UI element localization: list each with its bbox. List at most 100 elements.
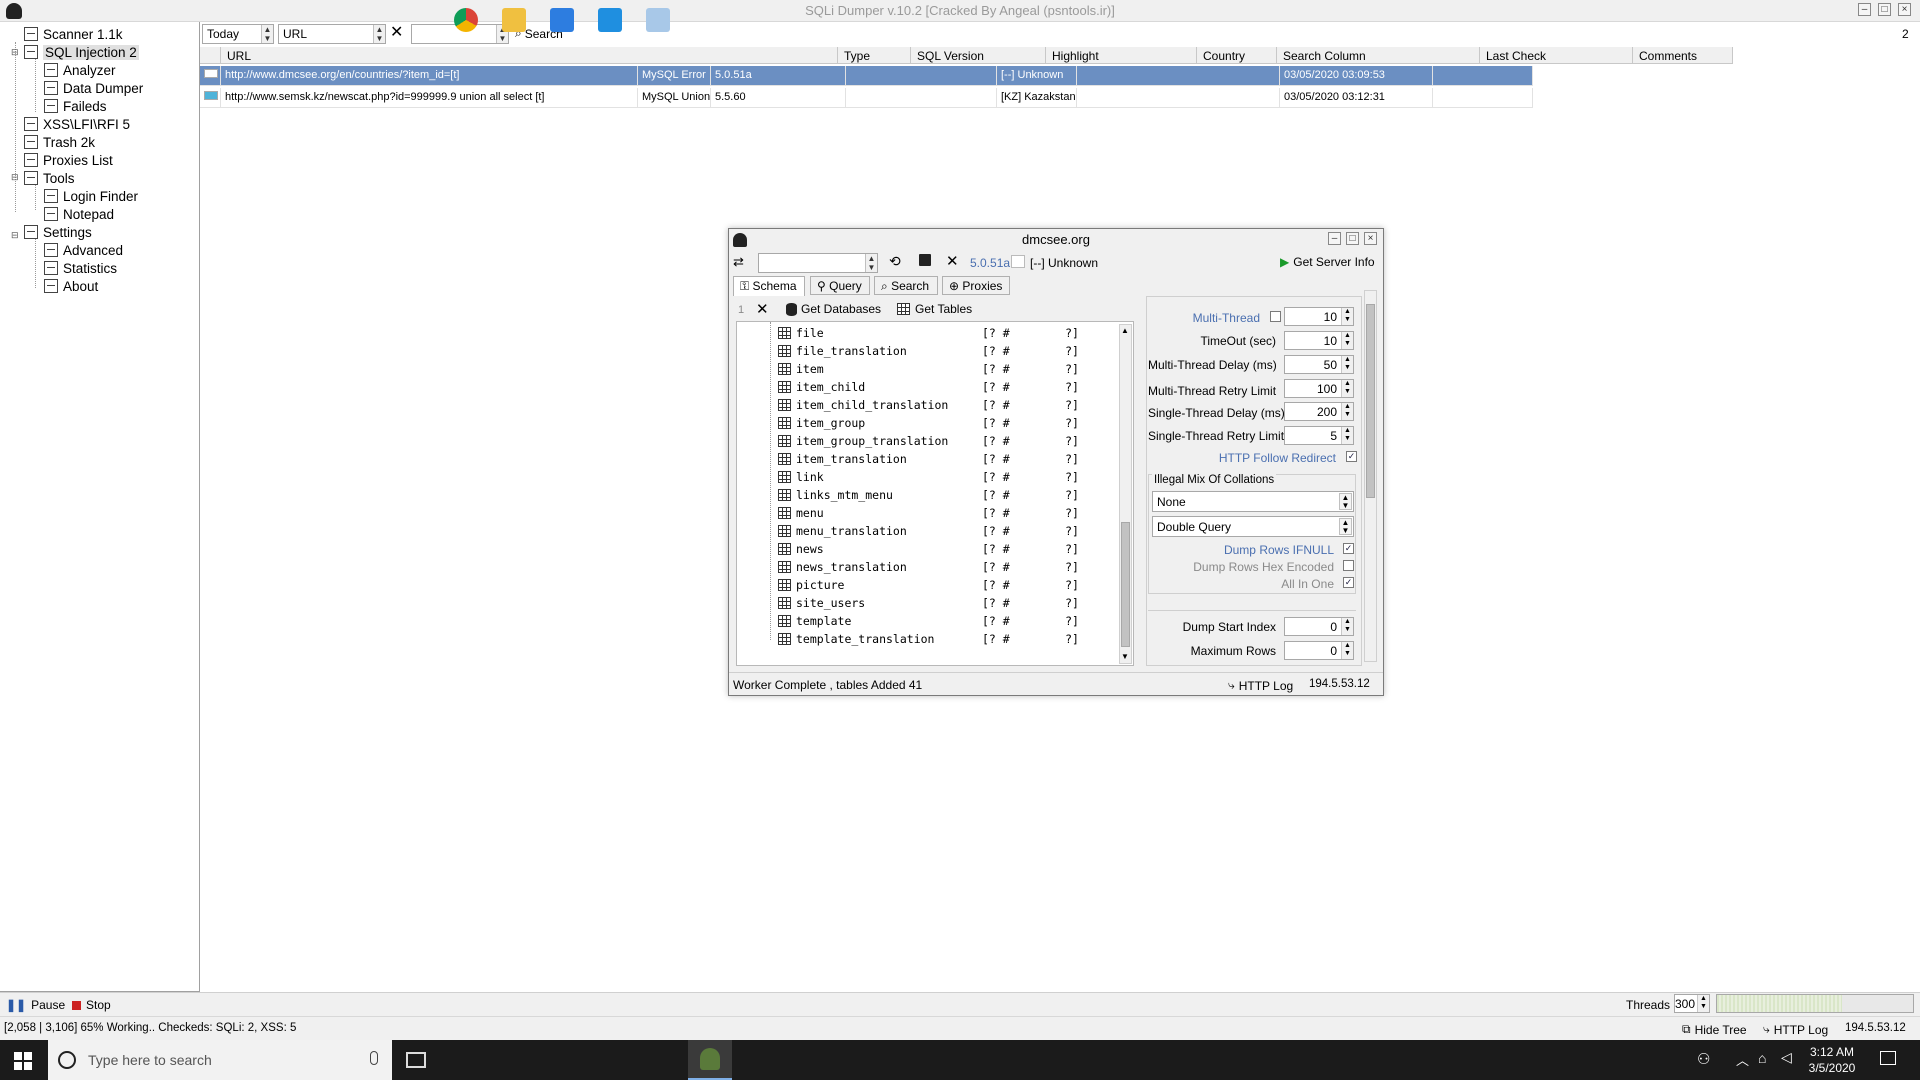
dump-hex-checkbox[interactable] — [1343, 560, 1354, 571]
date-filter-select[interactable]: Today ▲ ▼ — [202, 24, 274, 44]
mt-delay-input[interactable]: 50 ▲ ▼ — [1284, 355, 1354, 374]
save-icon[interactable] — [919, 254, 931, 266]
schema-table-row[interactable]: template_translation — [778, 630, 934, 648]
spinner-icon[interactable]: ▲ ▼ — [1341, 380, 1353, 397]
network-icon[interactable]: ⌂ — [1758, 1050, 1766, 1066]
schema-table-row[interactable]: item_translation — [778, 450, 907, 468]
column-header[interactable]: SQL Version — [911, 47, 1046, 64]
tree-item-faileds[interactable]: Faileds — [44, 97, 107, 115]
hide-tree-button[interactable]: ⧉ Hide Tree — [1682, 1022, 1747, 1037]
tab-search[interactable]: ⌕ Search — [874, 276, 938, 295]
get-databases-button[interactable]: Get Databases — [786, 302, 881, 316]
notepad-app-icon[interactable] — [646, 8, 670, 32]
tree-item-advanced[interactable]: Advanced — [44, 241, 123, 259]
tree-item-xss[interactable]: XSS\LFI\RFI 5 — [24, 115, 130, 133]
schema-table-row[interactable]: item_child_translation — [778, 396, 948, 414]
collation-select[interactable]: None ▲ ▼ — [1152, 491, 1354, 512]
microphone-icon[interactable] — [370, 1051, 378, 1065]
collapse-sqli-icon[interactable]: ⊟ — [11, 48, 20, 57]
schema-table-row[interactable]: item_child — [778, 378, 865, 396]
dialog-http-log-button[interactable]: ⤷ HTTP Log — [1228, 678, 1293, 693]
maximize-icon[interactable]: □ — [1878, 3, 1891, 16]
spinner-icon[interactable]: ▲ ▼ — [1341, 427, 1353, 444]
schema-table-row[interactable]: item_group_translation — [778, 432, 948, 450]
close-url-icon[interactable]: ✕ — [946, 252, 959, 270]
store-icon[interactable] — [550, 8, 574, 32]
query-mode-select[interactable]: Double Query ▲ ▼ — [1152, 516, 1354, 537]
schema-table-row[interactable]: item — [778, 360, 824, 378]
column-header[interactable]: Type — [838, 47, 911, 64]
refresh-icon[interactable]: ⟲ — [889, 253, 901, 270]
dialog-minimize-icon[interactable]: – — [1328, 232, 1341, 245]
field-filter-select[interactable]: URL ▲ ▼ — [278, 24, 386, 44]
multi-thread-checkbox[interactable] — [1270, 311, 1281, 322]
people-icon[interactable]: ⚇ — [1697, 1050, 1710, 1068]
get-tables-button[interactable]: Get Tables — [897, 302, 972, 316]
schema-table-row[interactable]: file — [778, 324, 824, 342]
column-header[interactable]: Highlight — [1046, 47, 1197, 64]
mt-retry-input[interactable]: 100 ▲ ▼ — [1284, 379, 1354, 398]
http-log-button[interactable]: ⤷ HTTP Log — [1763, 1022, 1828, 1037]
spinner-icon[interactable]: ▲ ▼ — [1341, 618, 1353, 635]
collapse-tools-icon[interactable]: ⊟ — [11, 173, 20, 182]
tree-item-about[interactable]: About — [44, 277, 98, 295]
tree-item-login-finder[interactable]: Login Finder — [44, 187, 138, 205]
spinner-icon[interactable]: ▲ ▼ — [1341, 642, 1353, 659]
schema-table-row[interactable]: item_group — [778, 414, 865, 432]
schema-table-row[interactable]: menu_translation — [778, 522, 907, 540]
notification-icon[interactable] — [1880, 1051, 1896, 1065]
task-view-icon[interactable] — [406, 1052, 426, 1068]
dialog-maximize-icon[interactable]: □ — [1346, 232, 1359, 245]
all-in-one-checkbox[interactable]: ✓ — [1343, 577, 1354, 588]
scroll-down-icon[interactable]: ▼ — [1121, 652, 1129, 661]
url-select[interactable]: ▲ ▼ — [758, 253, 878, 273]
schema-table-row[interactable]: menu — [778, 504, 824, 522]
tab-proxies[interactable]: ⊕ Proxies — [942, 276, 1010, 295]
chrome-icon[interactable] — [454, 8, 478, 32]
minimize-icon[interactable]: – — [1858, 3, 1871, 16]
spinner-icon[interactable]: ▲ ▼ — [1341, 308, 1353, 325]
scroll-up-icon[interactable]: ▲ — [1121, 326, 1129, 335]
stop-button[interactable]: Stop — [72, 998, 111, 1012]
spinner-icon[interactable]: ▲ ▼ — [1341, 403, 1353, 420]
tree-item-statistics[interactable]: Statistics — [44, 259, 117, 277]
spinner-icon[interactable]: ▲ ▼ — [1341, 332, 1353, 349]
settings-scrollbar-thumb[interactable] — [1366, 304, 1375, 498]
max-rows-input[interactable]: 0 ▲ ▼ — [1284, 641, 1354, 660]
schema-table-row[interactable]: news_translation — [778, 558, 907, 576]
column-header[interactable]: Comments — [1633, 47, 1733, 64]
schema-table-row[interactable]: file_translation — [778, 342, 907, 360]
get-server-info-button[interactable]: ▶ Get Server Info — [1280, 255, 1375, 269]
sqli-dumper-taskbar-button[interactable] — [688, 1040, 732, 1080]
schema-table-row[interactable]: links_mtm_menu — [778, 486, 893, 504]
tree-item-notepad[interactable]: Notepad — [44, 205, 114, 223]
dump-ifnull-checkbox[interactable]: ✓ — [1343, 543, 1354, 554]
taskbar-clock[interactable]: 3:12 AM 3/5/2020 — [1806, 1044, 1858, 1076]
schema-scrollbar-thumb[interactable] — [1121, 522, 1130, 647]
timeout-input[interactable]: 10 ▲ ▼ — [1284, 331, 1354, 350]
clear-schema-icon[interactable]: ✕ — [756, 300, 769, 318]
windows-start-icon[interactable] — [14, 1052, 32, 1070]
column-header[interactable]: Search Column — [1277, 47, 1480, 64]
column-header[interactable]: URL — [221, 47, 838, 64]
st-retry-input[interactable]: 5 ▲ ▼ — [1284, 426, 1354, 445]
taskbar-search-box[interactable]: Type here to search — [48, 1040, 392, 1080]
tree-item-analyzer[interactable]: Analyzer — [44, 61, 116, 79]
dump-start-input[interactable]: 0 ▲ ▼ — [1284, 617, 1354, 636]
close-icon[interactable]: × — [1898, 3, 1911, 16]
tab-query[interactable]: ⚲ Query — [810, 276, 870, 295]
file-explorer-icon[interactable] — [502, 8, 526, 32]
link-icon[interactable]: ⇄ — [733, 254, 744, 270]
show-hidden-icons[interactable]: ︿ — [1736, 1050, 1749, 1069]
collapse-settings-icon[interactable]: ⊟ — [11, 231, 20, 240]
threads-input[interactable]: 300 ▲ ▼ — [1674, 994, 1710, 1013]
dialog-close-icon[interactable]: × — [1364, 232, 1377, 245]
follow-redirect-checkbox[interactable]: ✓ — [1346, 451, 1357, 462]
clear-filter-icon[interactable]: ✕ — [390, 25, 403, 41]
pause-button[interactable]: ❚❚ Pause — [6, 998, 65, 1012]
tree-item-trash[interactable]: Trash 2k — [24, 133, 95, 151]
volume-icon[interactable]: ◁ — [1781, 1049, 1792, 1066]
st-delay-input[interactable]: 200 ▲ ▼ — [1284, 402, 1354, 421]
schema-table-row[interactable]: link — [778, 468, 824, 486]
tree-item-data-dumper[interactable]: Data Dumper — [44, 79, 143, 97]
